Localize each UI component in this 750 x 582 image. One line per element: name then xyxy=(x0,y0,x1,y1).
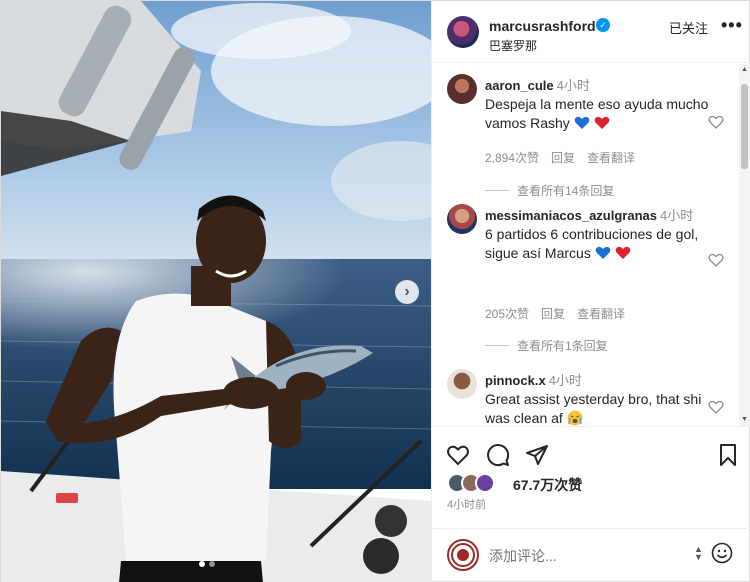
stepper-icon[interactable]: ▲ ▼ xyxy=(694,545,703,562)
badge-icon xyxy=(451,543,475,567)
commenter-avatar[interactable] xyxy=(447,74,477,104)
photo-illustration xyxy=(1,1,431,582)
more-icon[interactable]: ••• xyxy=(721,15,743,36)
comment-composer: 添加评论... ▲ ▼ xyxy=(432,528,750,582)
view-replies-button[interactable]: 查看所有14条回复 xyxy=(485,182,614,199)
comment-text: Great assist yesterday bro, that shi was… xyxy=(485,391,702,426)
comment-like-heart-icon[interactable] xyxy=(708,114,724,130)
bookmark-icon[interactable] xyxy=(716,443,740,467)
comment-list[interactable]: aaron_cule 4小时 Despeja la mente eso ayuda… xyxy=(432,64,750,426)
scroll-down-icon[interactable]: ▼ xyxy=(741,416,748,423)
carousel-dot xyxy=(199,561,205,567)
comment-icon[interactable] xyxy=(486,443,510,467)
comment-time: 4小时 xyxy=(548,373,582,388)
comment-like-heart-icon[interactable] xyxy=(708,399,724,415)
post-location[interactable]: 巴塞罗那 xyxy=(489,37,537,54)
emoji-icon[interactable] xyxy=(711,542,733,564)
commenter-username[interactable]: messimaniacos_azulgranas xyxy=(485,208,657,223)
blue-heart-icon xyxy=(574,116,590,129)
following-button[interactable]: 已关注 xyxy=(669,18,708,37)
commenter-username[interactable]: pinnock.x xyxy=(485,373,546,388)
carousel-dot xyxy=(209,561,215,567)
share-icon[interactable] xyxy=(525,443,549,467)
heart-icon[interactable] xyxy=(446,443,470,467)
scroll-thumb[interactable] xyxy=(741,84,748,169)
comment-time: 4小时 xyxy=(556,78,590,93)
comment-actions: 205次赞 回复 查看翻译 xyxy=(485,305,625,322)
comment-like-count[interactable]: 2,894次赞 xyxy=(485,149,539,166)
post-header: marcusrashford ✓ 巴塞罗那 已关注 ••• xyxy=(432,1,750,63)
comment-reply-button[interactable]: 回复 xyxy=(551,149,575,166)
comment-reply-button[interactable]: 回复 xyxy=(541,305,565,322)
comment-input[interactable]: 添加评论... xyxy=(489,546,557,566)
red-heart-icon xyxy=(615,246,630,259)
author-username[interactable]: marcusrashford xyxy=(489,18,596,34)
carousel-next-button[interactable]: › xyxy=(395,280,419,304)
verified-icon: ✓ xyxy=(596,18,610,32)
post-sidebar: marcusrashford ✓ 巴塞罗那 已关注 ••• aaron_cule… xyxy=(431,1,750,582)
comment-body: messimaniacos_azulgranas 4小时 6 partidos 6… xyxy=(485,206,715,263)
view-replies-label: 查看所有1条回复 xyxy=(517,339,608,353)
comment-translate-button[interactable]: 查看翻译 xyxy=(577,305,625,322)
post-modal: › marcusrashford ✓ 巴塞罗那 已关注 ••• aaron_cu… xyxy=(0,0,750,582)
carousel-dots xyxy=(199,561,215,567)
liker-avatar xyxy=(475,473,495,493)
comment-like-heart-icon[interactable] xyxy=(708,252,724,268)
replies-divider xyxy=(485,345,509,346)
comment-actions: 2,894次赞 回复 查看翻译 xyxy=(485,149,635,166)
commenter-username[interactable]: aaron_cule xyxy=(485,78,554,93)
comment-body: pinnock.x 4小时 Great assist yesterday bro,… xyxy=(485,371,715,426)
post-photo[interactable]: › xyxy=(1,1,431,582)
comment-body: aaron_cule 4小时 Despeja la mente eso ayuda… xyxy=(485,76,715,133)
comment-like-count[interactable]: 205次赞 xyxy=(485,305,529,322)
author-avatar[interactable] xyxy=(447,16,479,48)
likes-count[interactable]: 67.7万次赞 xyxy=(513,475,582,495)
comment-text: 6 partidos 6 contribuciones de gol, sigu… xyxy=(485,226,699,261)
current-user-avatar xyxy=(447,539,479,571)
comment-time: 4小时 xyxy=(659,208,694,223)
comment-translate-button[interactable]: 查看翻译 xyxy=(587,149,635,166)
post-time: 4小时前 xyxy=(447,499,487,511)
scroll-up-icon[interactable]: ▲ xyxy=(741,66,748,73)
replies-divider xyxy=(485,190,509,191)
comment-scrollbar[interactable]: ▲ ▼ xyxy=(739,64,750,426)
blue-heart-icon xyxy=(595,246,611,259)
crying-face-icon xyxy=(567,410,583,426)
view-replies-label: 查看所有14条回复 xyxy=(517,184,615,198)
commenter-avatar[interactable] xyxy=(447,369,477,399)
view-replies-button[interactable]: 查看所有1条回复 xyxy=(485,337,608,354)
post-actions: 67.7万次赞 4小时前 xyxy=(432,426,750,536)
commenter-avatar[interactable] xyxy=(447,204,477,234)
red-heart-icon xyxy=(594,116,609,129)
